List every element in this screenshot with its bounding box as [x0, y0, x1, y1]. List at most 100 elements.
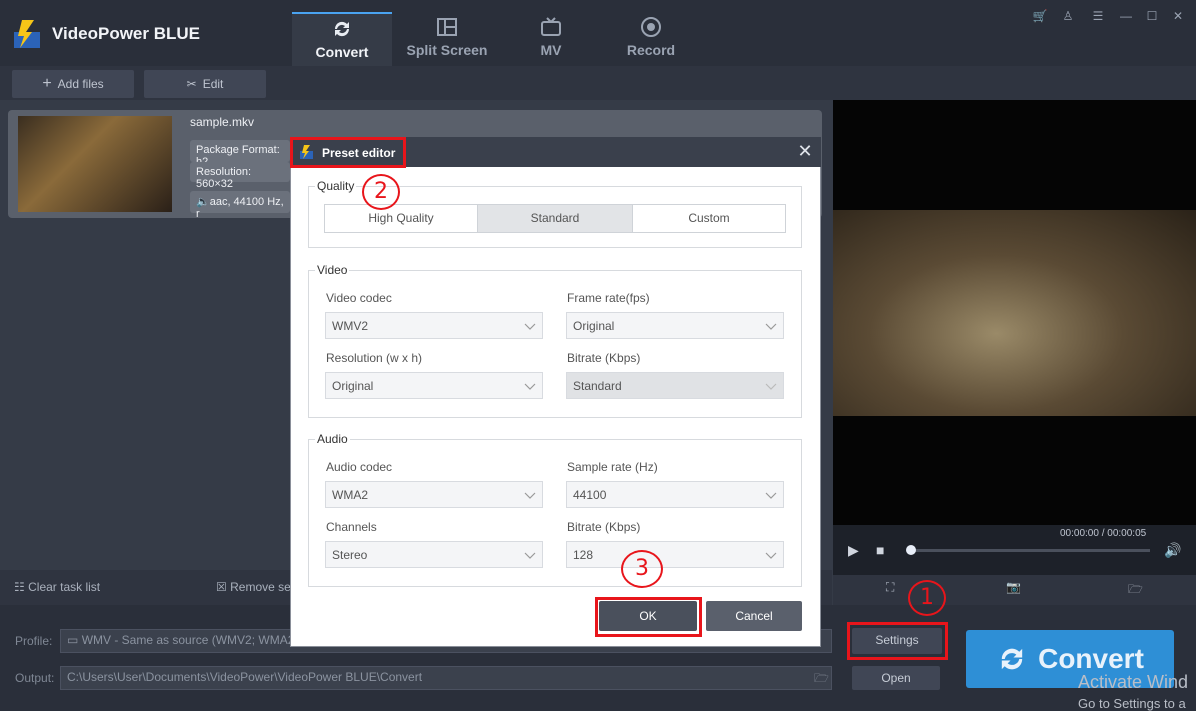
chevron-down-icon — [524, 492, 536, 499]
dialog-close-icon[interactable]: ✕ — [796, 141, 814, 161]
annotation-number-3: 3 — [621, 550, 663, 588]
activation-watermark-sub: Go to Settings to a — [1078, 696, 1186, 711]
crop-icon[interactable]: ⛶ — [886, 580, 894, 595]
tv-icon — [501, 16, 601, 42]
cart-icon[interactable]: 🛒 — [1032, 8, 1048, 24]
quality-custom-button[interactable]: Custom — [632, 204, 786, 233]
remove-selected-label: Remove se — [230, 580, 291, 594]
frame-rate-label: Frame rate(fps) — [567, 291, 650, 305]
audio-codec-value: WMA2 — [332, 487, 368, 502]
chevron-down-icon — [765, 383, 777, 390]
audio-bitrate-value: 128 — [573, 547, 594, 562]
resolution-info: Resolution: 560×32 — [190, 162, 290, 190]
maximize-icon[interactable]: ☐ — [1144, 8, 1160, 24]
audio-bitrate-label: Bitrate (Kbps) — [567, 520, 641, 534]
plus-icon: + — [42, 75, 52, 92]
clear-task-list-label: Clear task list — [28, 580, 101, 594]
channels-label: Channels — [326, 520, 377, 534]
audio-codec-select[interactable]: WMA2 — [325, 481, 543, 508]
tab-record[interactable]: Record — [601, 12, 701, 66]
record-icon — [601, 16, 701, 42]
convert-icon — [292, 18, 392, 44]
play-icon[interactable]: ▶ — [848, 542, 859, 559]
tab-mv[interactable]: MV — [501, 12, 601, 66]
audio-info: 🔈aac, 44100 Hz, r — [190, 191, 290, 220]
tab-split-screen-label: Split Screen — [406, 42, 488, 58]
convert-label: Convert — [1038, 643, 1144, 674]
tab-convert-label: Convert — [315, 44, 369, 60]
audio-codec-label: Audio codec — [326, 460, 393, 474]
cancel-button[interactable]: Cancel — [706, 601, 802, 631]
annotation-box-settings — [847, 622, 948, 660]
chevron-down-icon — [524, 552, 536, 559]
annotation-box-ok — [595, 597, 702, 637]
app-name: VideoPower BLUE — [52, 24, 200, 43]
app-logo-icon — [14, 20, 40, 48]
tab-record-label: Record — [626, 42, 676, 58]
split-screen-icon — [397, 16, 497, 42]
file-name: sample.mkv — [190, 115, 255, 129]
sample-rate-value: 44100 — [573, 487, 607, 502]
resolution-label: Resolution (w x h) — [326, 351, 423, 365]
sample-rate-select[interactable]: 44100 — [566, 481, 784, 508]
open-button[interactable]: Open — [852, 666, 940, 690]
video-codec-select[interactable]: WMV2 — [325, 312, 543, 339]
seek-handle[interactable] — [906, 545, 916, 555]
speaker-icon: 🔈 — [196, 196, 210, 208]
folder-small-icon: ▭ — [67, 633, 79, 647]
frame-rate-value: Original — [573, 318, 615, 333]
activation-watermark: Activate Wind — [1078, 672, 1189, 692]
quality-standard-button[interactable]: Standard — [477, 204, 633, 233]
output-field[interactable]: C:\Users\User\Documents\VideoPower\Video… — [60, 666, 832, 690]
tab-mv-label: MV — [540, 42, 562, 58]
stop-icon[interactable]: ■ — [876, 542, 884, 558]
edit-button[interactable]: ✂ Edit — [144, 70, 266, 98]
video-thumbnail — [18, 116, 172, 212]
clear-list-icon: ☷ — [14, 580, 25, 594]
channels-select[interactable]: Stereo — [325, 541, 543, 568]
close-icon[interactable]: ✕ — [1170, 8, 1186, 24]
remove-icon: ☒ — [216, 580, 227, 594]
sample-rate-label: Sample rate (Hz) — [567, 460, 658, 474]
convert-big-icon — [1001, 648, 1023, 670]
camera-icon[interactable]: 📷 — [1006, 580, 1021, 594]
resolution-select[interactable]: Original — [325, 372, 543, 399]
quality-title: Quality — [315, 179, 357, 193]
annotation-number-1: 1 — [908, 580, 946, 616]
frame-rate-select[interactable]: Original — [566, 312, 784, 339]
annotation-number-2: 2 — [362, 174, 400, 210]
edit-label: Edit — [202, 77, 224, 91]
add-files-label: Add files — [57, 77, 104, 91]
tab-split-screen[interactable]: Split Screen — [397, 12, 497, 66]
minimize-icon[interactable]: — — [1118, 8, 1134, 24]
chevron-down-icon — [524, 383, 536, 390]
video-title: Video — [315, 263, 350, 277]
video-codec-label: Video codec — [326, 291, 392, 305]
profile-value: WMV - Same as source (WMV2; WMA2 — [81, 633, 295, 647]
user-icon[interactable]: ♙ — [1060, 8, 1076, 24]
add-files-button[interactable]: + Add files — [12, 70, 134, 98]
remove-selected-button[interactable]: ☒ Remove se — [216, 580, 291, 594]
chevron-down-icon — [765, 552, 777, 559]
quality-high-button[interactable]: High Quality — [324, 204, 478, 233]
tab-convert[interactable]: Convert — [292, 12, 392, 66]
channels-value: Stereo — [332, 547, 368, 562]
folder-icon[interactable]: 🗁 — [1128, 580, 1143, 601]
audio-bitrate-select[interactable]: 128 — [566, 541, 784, 568]
menu-icon[interactable]: ☰ — [1090, 8, 1106, 24]
chevron-down-icon — [765, 323, 777, 330]
video-bitrate-select[interactable]: Standard — [566, 372, 784, 399]
seek-bar[interactable] — [910, 549, 1150, 552]
scissors-icon: ✂ — [186, 77, 197, 91]
video-bitrate-label: Bitrate (Kbps) — [567, 351, 641, 365]
video-bitrate-value: Standard — [573, 378, 622, 393]
chevron-down-icon — [524, 323, 536, 330]
output-label: Output: — [15, 671, 55, 685]
clear-task-list-button[interactable]: ☷ Clear task list — [14, 580, 100, 594]
chevron-down-icon — [765, 492, 777, 499]
output-folder-icon[interactable]: 🗁 — [814, 669, 829, 690]
audio-title: Audio — [315, 432, 350, 446]
volume-icon[interactable]: 🔊 — [1164, 542, 1181, 559]
time-readout: 00:00:00 / 00:00:05 — [1060, 528, 1147, 539]
annotation-box-title — [290, 137, 406, 168]
